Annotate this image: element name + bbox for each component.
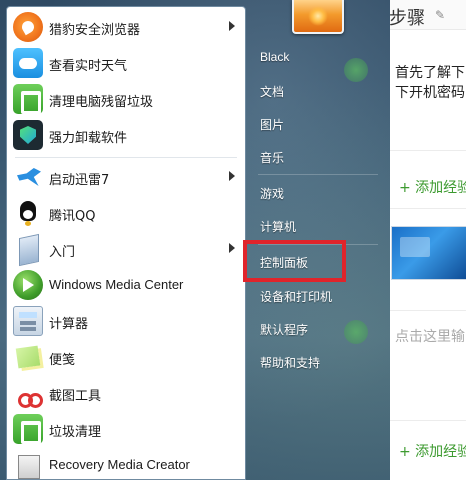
- thunder-icon: [13, 162, 43, 192]
- right-item-label: 文档: [260, 85, 285, 99]
- program-item-recovery[interactable]: Recovery Media Creator: [7, 447, 245, 480]
- right-item-label: 帮助和支持: [260, 356, 321, 370]
- program-item-trash-clean[interactable]: 垃圾清理: [7, 411, 245, 447]
- background-webpage: 步骤 ✎ 首先了解下 下开机密码 + 添加经验 点击这里输 + 添加经验: [380, 0, 466, 480]
- right-item-label: 游戏: [260, 187, 285, 201]
- divider: [381, 310, 466, 311]
- step-header: 步骤 ✎: [381, 0, 466, 30]
- highlight-box: [243, 240, 346, 282]
- uninstall-icon: [13, 120, 43, 150]
- program-item-calculator[interactable]: 计算器: [7, 303, 245, 339]
- divider: [381, 150, 466, 151]
- program-item-cheetah-browser[interactable]: 猎豹安全浏览器: [7, 9, 245, 45]
- program-label: 查看实时天气: [49, 59, 128, 74]
- recovery-icon: [13, 450, 43, 480]
- right-item-label: 计算机: [260, 220, 297, 234]
- step-title: 步骤: [389, 8, 425, 29]
- cheetah-browser-icon: [13, 12, 43, 42]
- right-item-label: 图片: [260, 118, 285, 132]
- program-label: 腾讯QQ: [49, 209, 96, 224]
- calculator-icon: [13, 306, 43, 336]
- program-list: 猎豹安全浏览器 查看实时天气 清理电脑残留垃圾 强力卸载软件 启动迅雷7 腾讯Q…: [6, 6, 246, 480]
- program-item-weather[interactable]: 查看实时天气: [7, 45, 245, 81]
- program-label: 猎豹安全浏览器: [49, 23, 141, 38]
- step-text-line-2: 下开机密码: [395, 85, 465, 101]
- program-item-thunder[interactable]: 启动迅雷7: [7, 159, 245, 195]
- media-center-icon: [13, 270, 43, 300]
- program-item-snipping-tool[interactable]: 截图工具: [7, 375, 245, 411]
- weather-icon: [13, 48, 43, 78]
- qq-penguin-icon: [13, 198, 43, 228]
- submenu-arrow-icon: [229, 171, 235, 181]
- divider: [258, 174, 378, 175]
- right-item-computer[interactable]: 计算机: [252, 212, 380, 240]
- add-experience-link[interactable]: + 添加经验: [399, 441, 466, 461]
- right-item-label: 音乐: [260, 151, 285, 165]
- right-item-label: 默认程序: [260, 323, 309, 337]
- start-menu: 猎豹安全浏览器 查看实时天气 清理电脑残留垃圾 强力卸载软件 启动迅雷7 腾讯Q…: [0, 0, 390, 480]
- program-label: Recovery Media Creator: [49, 457, 190, 472]
- program-item-media-center[interactable]: Windows Media Center: [7, 267, 245, 303]
- step-text-line-1: 首先了解下: [395, 65, 465, 81]
- screenshot-thumbnail[interactable]: [391, 226, 466, 280]
- right-item-default-programs[interactable]: 默认程序: [252, 315, 380, 343]
- program-label: 垃圾清理: [49, 425, 102, 440]
- right-item-games[interactable]: 游戏: [252, 179, 380, 207]
- right-item-label: Black: [260, 50, 290, 64]
- program-label: 便笺: [49, 353, 76, 368]
- program-item-sticky-notes[interactable]: 便笺: [7, 339, 245, 375]
- getting-started-icon: [13, 234, 43, 264]
- cleanup-icon: [13, 84, 43, 114]
- user-avatar[interactable]: [292, 0, 344, 34]
- program-label: 清理电脑残留垃圾: [49, 95, 154, 110]
- program-label: 启动迅雷7: [49, 173, 110, 188]
- program-label: 截图工具: [49, 389, 102, 404]
- add-experience-link[interactable]: + 添加经验: [399, 177, 466, 197]
- program-item-uninstall[interactable]: 强力卸载软件: [7, 117, 245, 153]
- program-item-getting-started[interactable]: 入门: [7, 231, 245, 267]
- trash-clean-icon: [13, 414, 43, 444]
- right-item-help-support[interactable]: 帮助和支持: [252, 348, 380, 376]
- program-label: Windows Media Center: [49, 277, 184, 292]
- right-item-documents[interactable]: 文档: [252, 77, 380, 105]
- divider: [381, 420, 466, 421]
- snipping-tool-icon: [13, 378, 43, 408]
- program-item-cleanup[interactable]: 清理电脑残留垃圾: [7, 81, 245, 117]
- program-label: 强力卸载软件: [49, 131, 128, 146]
- comment-input-hint[interactable]: 点击这里输: [395, 326, 465, 346]
- program-label: 入门: [49, 245, 76, 260]
- submenu-arrow-icon: [229, 21, 235, 31]
- right-item-label: 设备和打印机: [260, 290, 333, 304]
- program-item-qq[interactable]: 腾讯QQ: [7, 195, 245, 231]
- program-label: 计算器: [49, 317, 89, 332]
- divider: [15, 157, 237, 158]
- sticky-notes-icon: [13, 342, 43, 372]
- divider: [381, 208, 466, 209]
- right-item-user-folder[interactable]: Black: [252, 44, 380, 72]
- submenu-arrow-icon: [229, 243, 235, 253]
- right-item-pictures[interactable]: 图片: [252, 110, 380, 138]
- right-item-devices-printers[interactable]: 设备和打印机: [252, 282, 380, 310]
- pencil-icon[interactable]: ✎: [435, 8, 445, 22]
- right-item-music[interactable]: 音乐: [252, 143, 380, 171]
